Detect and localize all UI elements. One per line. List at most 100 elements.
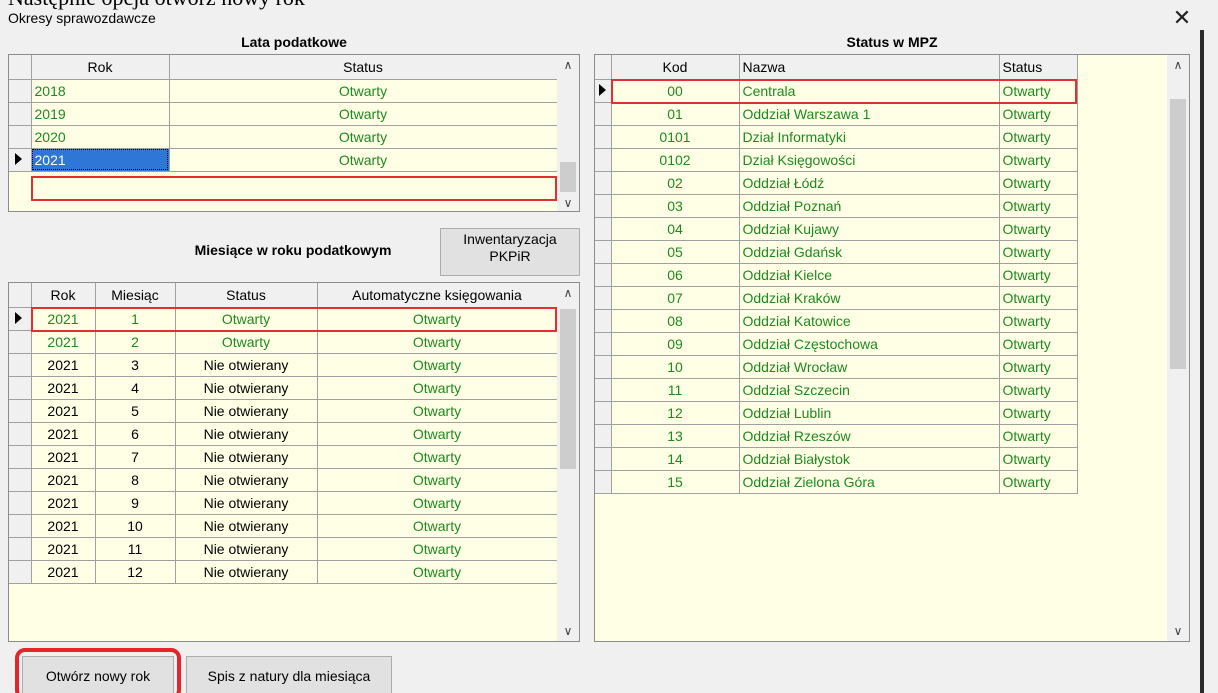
table-row[interactable]: 2021 4 Nie otwierany Otwarty [9, 376, 558, 400]
close-icon[interactable]: ✕ [1170, 6, 1194, 30]
cell-auto[interactable]: Otwarty [317, 537, 558, 561]
scroll-up-icon[interactable]: ∧ [1167, 55, 1189, 75]
table-row-selected[interactable]: 2021 1 Otwarty Otwarty [9, 307, 558, 331]
column-header-status[interactable]: Status [175, 283, 318, 308]
cell-nazwa[interactable]: Oddział Łódź [739, 171, 1000, 195]
cell-status[interactable]: Nie otwierany [175, 468, 318, 492]
cell-status[interactable]: Otwarty [169, 79, 558, 103]
mpz-scrollbar[interactable]: ∧ ∨ [1167, 55, 1189, 641]
cell-nazwa[interactable]: Oddział Rzeszów [739, 424, 1000, 448]
table-row[interactable]: 15 Oddział Zielona Góra Otwarty [595, 470, 1078, 494]
cell-rok[interactable]: 2021 [31, 422, 96, 446]
cell-miesiac[interactable]: 7 [95, 445, 176, 469]
cell-status[interactable]: Nie otwierany [175, 445, 318, 469]
column-header-nazwa[interactable]: Nazwa [739, 55, 1000, 80]
cell-status[interactable]: Otwarty [169, 125, 558, 149]
cell-kod[interactable]: 04 [611, 217, 740, 241]
cell-kod[interactable]: 10 [611, 355, 740, 379]
table-row[interactable]: 2021 2 Otwarty Otwarty [9, 330, 558, 354]
inwentaryzacja-pkpir-button[interactable]: Inwentaryzacja PKPiR [440, 228, 580, 276]
cell-kod[interactable]: 06 [611, 263, 740, 287]
miesiace-scrollbar[interactable]: ∧ ∨ [557, 283, 579, 641]
cell-rok[interactable]: 2021 [31, 353, 96, 377]
table-row[interactable]: 2021 10 Nie otwierany Otwarty [9, 514, 558, 538]
table-row-selected[interactable]: 00 Centrala Otwarty [595, 79, 1078, 103]
cell-nazwa[interactable]: Oddział Gdańsk [739, 240, 1000, 264]
cell-rok[interactable]: 2019 [31, 102, 170, 126]
table-row[interactable]: 09 Oddział Częstochowa Otwarty [595, 332, 1078, 356]
table-row[interactable]: 11 Oddział Szczecin Otwarty [595, 378, 1078, 402]
cell-nazwa[interactable]: Oddział Białystok [739, 447, 1000, 471]
cell-nazwa[interactable]: Oddział Katowice [739, 309, 1000, 333]
cell-auto[interactable]: Otwarty [317, 422, 558, 446]
cell-nazwa[interactable]: Dział Księgowości [739, 148, 1000, 172]
cell-nazwa[interactable]: Oddział Kujawy [739, 217, 1000, 241]
cell-nazwa[interactable]: Dział Informatyki [739, 125, 1000, 149]
cell-kod[interactable]: 08 [611, 309, 740, 333]
table-row[interactable]: 08 Oddział Katowice Otwarty [595, 309, 1078, 333]
cell-kod[interactable]: 15 [611, 470, 740, 494]
scroll-up-icon[interactable]: ∧ [557, 55, 579, 75]
cell-rok[interactable]: 2021 [31, 514, 96, 538]
cell-rok[interactable]: 2021 [31, 537, 96, 561]
column-header-status[interactable]: Status [999, 55, 1078, 80]
table-row[interactable]: 2021 7 Nie otwierany Otwarty [9, 445, 558, 469]
cell-status[interactable]: Otwarty [999, 79, 1078, 103]
table-row[interactable]: 13 Oddział Rzeszów Otwarty [595, 424, 1078, 448]
spis-z-natury-button[interactable]: Spis z natury dla miesiąca [186, 656, 392, 693]
table-row[interactable]: 2021 12 Nie otwierany Otwarty [9, 560, 558, 584]
cell-miesiac[interactable]: 1 [95, 307, 176, 331]
cell-status[interactable]: Otwarty [999, 240, 1078, 264]
table-row[interactable]: 10 Oddział Wrocław Otwarty [595, 355, 1078, 379]
cell-nazwa[interactable]: Centrala [739, 79, 1000, 103]
cell-kod[interactable]: 03 [611, 194, 740, 218]
column-header-rok[interactable]: Rok [31, 55, 170, 80]
table-row[interactable]: 2020 Otwarty [9, 125, 558, 149]
cell-status[interactable]: Nie otwierany [175, 560, 318, 584]
cell-status[interactable]: Nie otwierany [175, 491, 318, 515]
cell-status[interactable]: Otwarty [999, 401, 1078, 425]
table-row[interactable]: 2021 5 Nie otwierany Otwarty [9, 399, 558, 423]
cell-status[interactable]: Otwarty [999, 332, 1078, 356]
cell-kod[interactable]: 01 [611, 102, 740, 126]
cell-status[interactable]: Otwarty [999, 217, 1078, 241]
cell-status[interactable]: Otwarty [999, 171, 1078, 195]
cell-auto[interactable]: Otwarty [317, 560, 558, 584]
cell-rok[interactable]: 2021 [31, 307, 96, 331]
cell-nazwa[interactable]: Oddział Kielce [739, 263, 1000, 287]
cell-miesiac[interactable]: 8 [95, 468, 176, 492]
table-row[interactable]: 2018 Otwarty [9, 79, 558, 103]
table-row[interactable]: 05 Oddział Gdańsk Otwarty [595, 240, 1078, 264]
cell-status[interactable]: Otwarty [999, 102, 1078, 126]
cell-miesiac[interactable]: 6 [95, 422, 176, 446]
cell-auto[interactable]: Otwarty [317, 330, 558, 354]
cell-rok[interactable]: 2021 [31, 148, 170, 172]
cell-status[interactable]: Nie otwierany [175, 376, 318, 400]
cell-rok[interactable]: 2021 [31, 445, 96, 469]
cell-miesiac[interactable]: 3 [95, 353, 176, 377]
cell-rok[interactable]: 2021 [31, 399, 96, 423]
cell-status[interactable]: Otwarty [999, 470, 1078, 494]
cell-status[interactable]: Otwarty [999, 309, 1078, 333]
cell-status[interactable]: Nie otwierany [175, 514, 318, 538]
cell-nazwa[interactable]: Oddział Szczecin [739, 378, 1000, 402]
table-row[interactable]: 2021 8 Nie otwierany Otwarty [9, 468, 558, 492]
cell-auto[interactable]: Otwarty [317, 514, 558, 538]
scrollbar-thumb[interactable] [560, 162, 576, 192]
cell-auto[interactable]: Otwarty [317, 491, 558, 515]
table-row[interactable]: 03 Oddział Poznań Otwarty [595, 194, 1078, 218]
cell-miesiac[interactable]: 11 [95, 537, 176, 561]
cell-auto[interactable]: Otwarty [317, 376, 558, 400]
cell-miesiac[interactable]: 12 [95, 560, 176, 584]
cell-status[interactable]: Otwarty [999, 263, 1078, 287]
cell-status[interactable]: Otwarty [169, 102, 558, 126]
cell-kod[interactable]: 00 [611, 79, 740, 103]
column-header-kod[interactable]: Kod [611, 55, 740, 80]
column-header-automatyczne[interactable]: Automatyczne księgowania [317, 283, 558, 308]
table-row[interactable]: 14 Oddział Białystok Otwarty [595, 447, 1078, 471]
cell-kod[interactable]: 0101 [611, 125, 740, 149]
table-row[interactable]: 06 Oddział Kielce Otwarty [595, 263, 1078, 287]
table-row[interactable]: 2021 11 Nie otwierany Otwarty [9, 537, 558, 561]
scrollbar-thumb[interactable] [560, 309, 576, 469]
cell-status[interactable]: Otwarty [999, 447, 1078, 471]
